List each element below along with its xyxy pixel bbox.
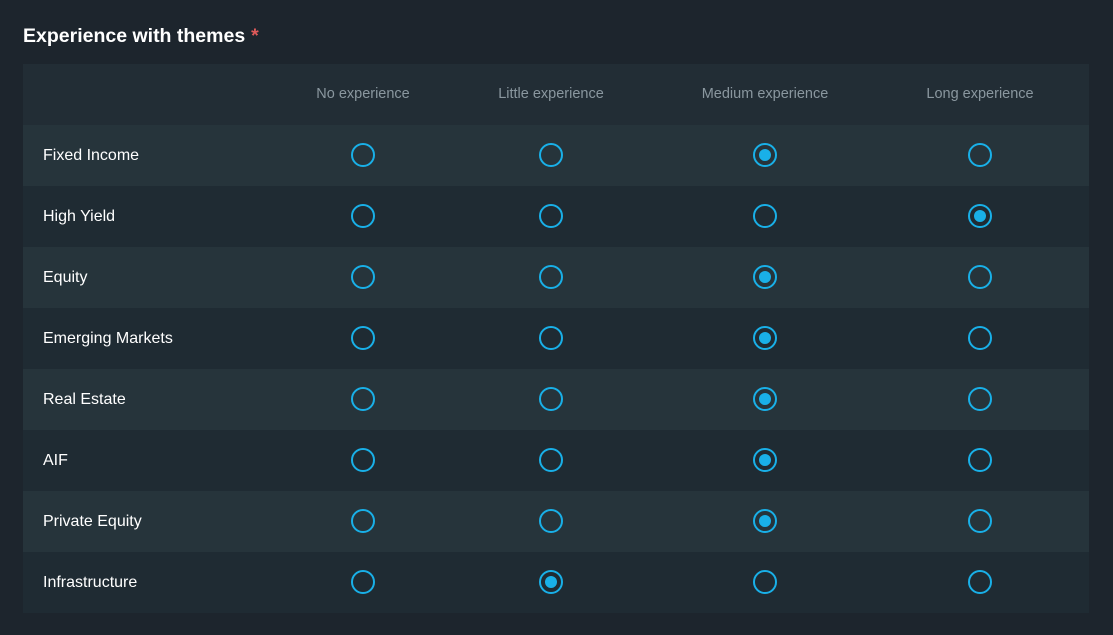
radio-unchecked-icon[interactable] (351, 570, 375, 594)
matrix-header-row: No experience Little experience Medium e… (23, 64, 1089, 125)
matrix-row-fixed-income: Fixed Income (23, 125, 1089, 186)
radio-unchecked-icon[interactable] (968, 387, 992, 411)
radio-unchecked-icon[interactable] (539, 204, 563, 228)
radio-unchecked-icon[interactable] (539, 143, 563, 167)
row-label: Fixed Income (43, 147, 140, 164)
radio-checked-icon[interactable] (753, 387, 777, 411)
row-label: High Yield (43, 208, 116, 225)
radio-unchecked-icon[interactable] (351, 265, 375, 289)
radio-dot (759, 454, 771, 466)
matrix-row-aif: AIF (23, 430, 1089, 491)
radio-dot (759, 332, 771, 344)
radio-dot (759, 271, 771, 283)
radio-unchecked-icon[interactable] (968, 326, 992, 350)
matrix-row-real-estate: Real Estate (23, 369, 1089, 430)
question-title-text: Experience with themes (23, 25, 246, 47)
column-header-long-experience: Long experience (926, 86, 1034, 102)
radio-unchecked-icon[interactable] (539, 448, 563, 472)
radio-unchecked-icon[interactable] (351, 387, 375, 411)
radio-dot (759, 515, 771, 527)
matrix-row-equity: Equity (23, 247, 1089, 308)
radio-checked-icon[interactable] (753, 143, 777, 167)
matrix-row-infrastructure: Infrastructure (23, 552, 1089, 613)
radio-unchecked-icon[interactable] (753, 204, 777, 228)
radio-unchecked-icon[interactable] (351, 448, 375, 472)
radio-unchecked-icon[interactable] (351, 204, 375, 228)
matrix-row-emerging-markets: Emerging Markets (23, 308, 1089, 369)
row-label: AIF (43, 452, 68, 469)
matrix-row-private-equity: Private Equity (23, 491, 1089, 552)
radio-checked-icon[interactable] (539, 570, 563, 594)
radio-unchecked-icon[interactable] (539, 265, 563, 289)
radio-unchecked-icon[interactable] (968, 509, 992, 533)
row-label: Equity (43, 269, 88, 286)
radio-checked-icon[interactable] (753, 509, 777, 533)
radio-unchecked-icon[interactable] (753, 570, 777, 594)
radio-unchecked-icon[interactable] (968, 570, 992, 594)
row-label: Private Equity (43, 513, 142, 530)
column-header-medium-experience: Medium experience (701, 86, 829, 102)
radio-checked-icon[interactable] (753, 265, 777, 289)
radio-dot (545, 576, 557, 588)
question-title: Experience with themes * (23, 24, 259, 48)
radio-matrix: No experience Little experience Medium e… (23, 64, 1089, 613)
row-label: Emerging Markets (43, 330, 173, 347)
row-label: Infrastructure (43, 574, 138, 591)
row-label: Real Estate (43, 391, 126, 408)
radio-unchecked-icon[interactable] (351, 326, 375, 350)
radio-checked-icon[interactable] (968, 204, 992, 228)
radio-dot (759, 149, 771, 161)
radio-unchecked-icon[interactable] (539, 509, 563, 533)
radio-dot (759, 393, 771, 405)
radio-unchecked-icon[interactable] (968, 143, 992, 167)
radio-unchecked-icon[interactable] (539, 326, 563, 350)
radio-unchecked-icon[interactable] (539, 387, 563, 411)
radio-unchecked-icon[interactable] (968, 448, 992, 472)
radio-checked-icon[interactable] (753, 448, 777, 472)
radio-checked-icon[interactable] (753, 326, 777, 350)
column-header-no-experience: No experience (316, 86, 410, 102)
radio-dot (974, 210, 986, 222)
matrix-row-high-yield: High Yield (23, 186, 1089, 247)
column-header-little-experience: Little experience (498, 86, 604, 102)
radio-unchecked-icon[interactable] (968, 265, 992, 289)
radio-unchecked-icon[interactable] (351, 509, 375, 533)
required-asterisk: * (251, 25, 259, 47)
radio-unchecked-icon[interactable] (351, 143, 375, 167)
